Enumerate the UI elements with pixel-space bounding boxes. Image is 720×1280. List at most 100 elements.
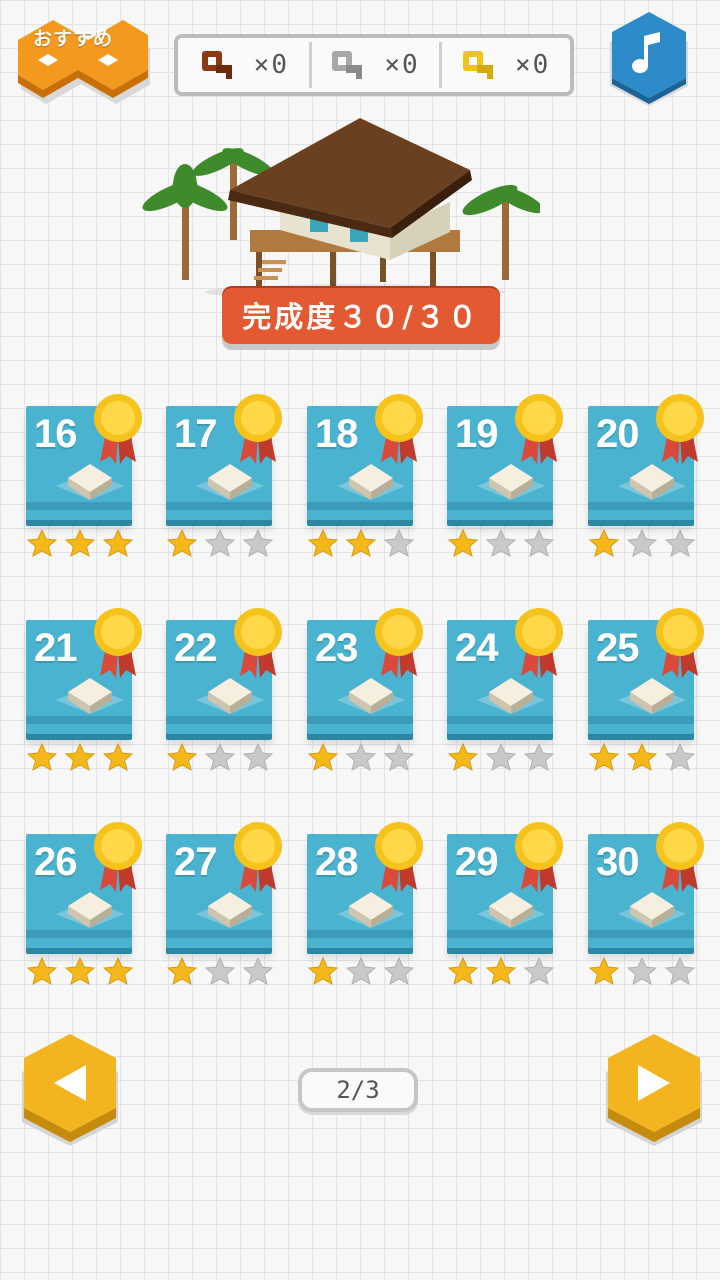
beach-house-illustration: [130, 110, 544, 300]
star-rating: [307, 528, 417, 558]
star-filled-icon: [447, 956, 479, 986]
gold-key-count: ×0: [515, 50, 551, 80]
star-filled-icon: [102, 956, 134, 986]
star-empty-icon: [664, 528, 696, 558]
gold-medal-icon: [234, 394, 282, 464]
level-card[interactable]: 28: [307, 822, 423, 986]
gold-medal-icon: [94, 608, 142, 678]
star-empty-icon: [242, 528, 274, 558]
page-indicator: 2/3: [298, 1068, 418, 1112]
palm-tree-left: [142, 164, 228, 280]
level-card[interactable]: 30: [588, 822, 704, 986]
gold-medal-icon: [375, 608, 423, 678]
level-card[interactable]: 25: [588, 608, 704, 772]
star-empty-icon: [204, 956, 236, 986]
level-card[interactable]: 17: [166, 394, 282, 558]
star-rating: [166, 742, 276, 772]
gold-medal-icon: [375, 822, 423, 892]
completion-badge: 完成度３０/３０: [222, 286, 500, 344]
level-card[interactable]: 19: [447, 394, 563, 558]
arrow-left-icon: [22, 1034, 118, 1146]
star-filled-icon: [345, 528, 377, 558]
star-rating: [447, 742, 557, 772]
level-number: 22: [174, 626, 217, 670]
star-filled-icon: [166, 956, 198, 986]
star-empty-icon: [626, 956, 658, 986]
star-empty-icon: [383, 742, 415, 772]
gold-medal-icon: [375, 394, 423, 464]
level-number: 25: [596, 626, 639, 670]
recommend-label: おすすめ: [32, 28, 113, 50]
level-card[interactable]: 26: [26, 822, 142, 986]
level-number: 30: [596, 840, 639, 884]
star-filled-icon: [166, 742, 198, 772]
star-empty-icon: [664, 742, 696, 772]
star-empty-icon: [626, 528, 658, 558]
music-toggle-button[interactable]: [604, 8, 694, 110]
level-number: 19: [455, 412, 498, 456]
level-card[interactable]: 27: [166, 822, 282, 986]
level-card[interactable]: 22: [166, 608, 282, 772]
star-empty-icon: [242, 742, 274, 772]
star-filled-icon: [588, 742, 620, 772]
gold-medal-icon: [515, 608, 563, 678]
prev-page-button[interactable]: [14, 1030, 126, 1150]
gold-medal-icon: [515, 394, 563, 464]
gold-medal-icon: [656, 608, 704, 678]
next-page-button[interactable]: [598, 1030, 710, 1150]
star-rating: [447, 528, 557, 558]
star-rating: [588, 956, 698, 986]
level-number: 27: [174, 840, 217, 884]
music-note-icon: [610, 12, 688, 106]
star-empty-icon: [204, 528, 236, 558]
silver-key-icon: [332, 51, 363, 79]
gold-medal-icon: [515, 822, 563, 892]
gold-medal-icon: [656, 394, 704, 464]
star-rating: [166, 956, 276, 986]
gold-medal-icon: [234, 822, 282, 892]
key-counter-panel: ×0 ×0 ×0: [174, 34, 574, 96]
recommend-button[interactable]: おすすめ: [8, 10, 151, 110]
level-card[interactable]: 18: [307, 394, 423, 558]
star-rating: [26, 742, 136, 772]
level-number: 21: [34, 626, 77, 670]
level-number: 24: [455, 626, 498, 670]
level-number: 28: [315, 840, 358, 884]
star-filled-icon: [64, 956, 96, 986]
gold-key-icon: [463, 51, 494, 79]
level-card[interactable]: 23: [307, 608, 423, 772]
level-card[interactable]: 29: [447, 822, 563, 986]
star-rating: [588, 742, 698, 772]
bronze-key-count: ×0: [253, 50, 289, 80]
star-empty-icon: [383, 528, 415, 558]
star-empty-icon: [664, 956, 696, 986]
star-filled-icon: [26, 956, 58, 986]
bronze-key-icon: [201, 51, 232, 79]
star-filled-icon: [102, 742, 134, 772]
star-empty-icon: [345, 742, 377, 772]
level-number: 26: [34, 840, 77, 884]
star-empty-icon: [523, 956, 555, 986]
key-slot-bronze: ×0: [178, 38, 309, 92]
level-card[interactable]: 21: [26, 608, 142, 772]
star-filled-icon: [307, 956, 339, 986]
star-rating: [447, 956, 557, 986]
star-filled-icon: [588, 956, 620, 986]
star-filled-icon: [447, 742, 479, 772]
level-number: 16: [34, 412, 77, 456]
star-filled-icon: [588, 528, 620, 558]
level-card[interactable]: 24: [447, 608, 563, 772]
star-empty-icon: [345, 956, 377, 986]
star-empty-icon: [383, 956, 415, 986]
level-card[interactable]: 16: [26, 394, 142, 558]
star-rating: [166, 528, 276, 558]
star-filled-icon: [626, 742, 658, 772]
star-rating: [588, 528, 698, 558]
arrow-right-icon: [606, 1034, 702, 1146]
star-filled-icon: [64, 528, 96, 558]
star-empty-icon: [523, 742, 555, 772]
level-card[interactable]: 20: [588, 394, 704, 558]
star-rating: [307, 956, 417, 986]
star-filled-icon: [485, 956, 517, 986]
star-filled-icon: [447, 528, 479, 558]
